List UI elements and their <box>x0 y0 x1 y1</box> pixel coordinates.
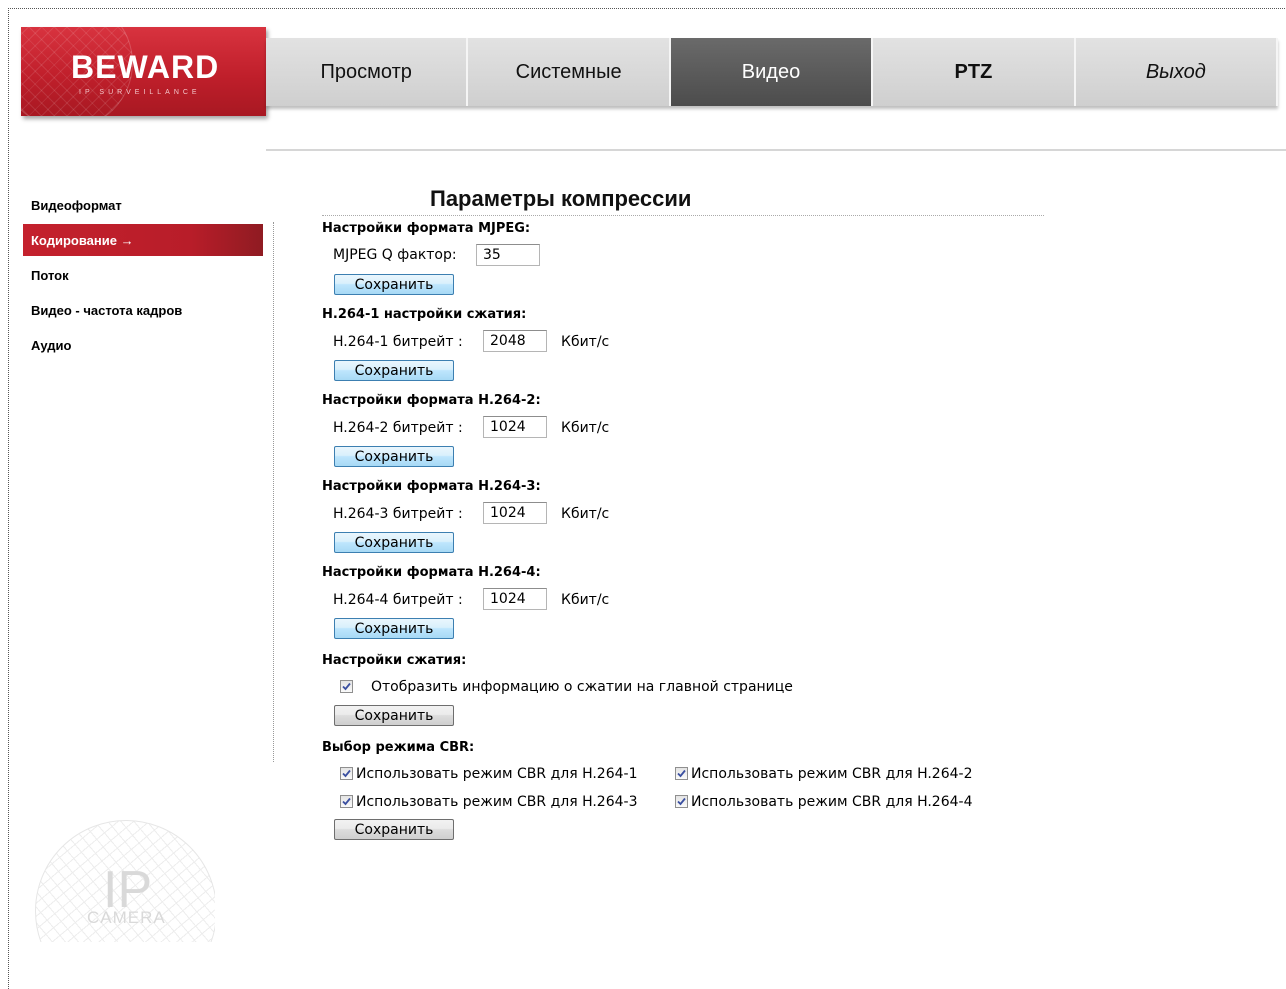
logo-tagline: IP SURVEILLANCE <box>79 89 201 96</box>
h264-3-bitrate-label: H.264-3 битрейт : <box>333 506 463 522</box>
h264-4-unit: Кбит/с <box>561 592 610 608</box>
checkmark-icon <box>342 797 351 806</box>
compression-heading: Настройки сжатия: <box>322 653 467 668</box>
cbr-h264-1-label: Использовать режим CBR для H.264-1 <box>356 766 638 782</box>
logo-brand: BEWARD <box>71 49 220 85</box>
cbr-h264-2-checkbox[interactable] <box>675 767 688 780</box>
sidebar-item-encoding[interactable]: Кодирование → <box>23 224 263 256</box>
beward-logo: BEWARD IP SURVEILLANCE <box>21 27 266 116</box>
h264-1-bitrate-input[interactable] <box>483 330 547 352</box>
h264-1-bitrate-label: H.264-1 битрейт : <box>333 334 463 350</box>
save-h264-4-button[interactable]: Сохранить <box>334 618 454 639</box>
checkmark-icon <box>342 769 351 778</box>
mjpeg-q-input[interactable] <box>476 244 540 266</box>
h264-2-heading: Настройки формата H.264-2: <box>322 393 541 408</box>
cbr-h264-4-checkbox[interactable] <box>675 795 688 808</box>
sidebar: Видеоформат Кодирование → Поток Видео - … <box>23 189 263 364</box>
h264-4-bitrate-label: H.264-4 битрейт : <box>333 592 463 608</box>
save-compression-button[interactable]: Сохранить <box>334 705 454 726</box>
h264-4-bitrate-input[interactable] <box>483 588 547 610</box>
nav-system[interactable]: Системные <box>468 38 671 106</box>
ip-camera-watermark: IP CAMERA <box>35 820 215 942</box>
header-divider <box>266 149 1286 151</box>
cbr-heading: Выбор режима CBR: <box>322 740 475 755</box>
show-compression-info-label: Отобразить информацию о сжатии на главно… <box>371 679 793 695</box>
save-h264-1-button[interactable]: Сохранить <box>334 360 454 381</box>
h264-2-unit: Кбит/с <box>561 420 610 436</box>
nav-video[interactable]: Видео <box>670 38 874 106</box>
nav-view[interactable]: Просмотр <box>266 38 469 106</box>
nav-ptz[interactable]: PTZ <box>873 38 1076 106</box>
checkmark-icon <box>342 682 351 691</box>
checkmark-icon <box>677 769 686 778</box>
sidebar-item-stream[interactable]: Поток <box>23 259 263 291</box>
h264-1-heading: H.264-1 настройки сжатия: <box>322 307 527 322</box>
save-cbr-button[interactable]: Сохранить <box>334 819 454 840</box>
h264-3-bitrate-input[interactable] <box>483 502 547 524</box>
top-nav: Просмотр Системные Видео PTZ Выход <box>266 38 1279 106</box>
h264-2-bitrate-input[interactable] <box>483 416 547 438</box>
cbr-h264-4-label: Использовать режим CBR для H.264-4 <box>691 794 973 810</box>
show-compression-info-checkbox[interactable] <box>340 680 353 693</box>
h264-3-unit: Кбит/с <box>561 506 610 522</box>
sidebar-item-framerate[interactable]: Видео - частота кадров <box>23 294 263 326</box>
h264-1-unit: Кбит/с <box>561 334 610 350</box>
mjpeg-heading: Настройки формата MJPEG: <box>322 221 531 236</box>
sidebar-divider <box>273 222 274 762</box>
mjpeg-q-label: MJPEG Q фактор: <box>333 247 457 263</box>
checkmark-icon <box>677 797 686 806</box>
cbr-h264-1-checkbox[interactable] <box>340 767 353 780</box>
cbr-h264-3-label: Использовать режим CBR для H.264-3 <box>356 794 638 810</box>
title-underline <box>322 215 1044 216</box>
cbr-h264-2-label: Использовать режим CBR для H.264-2 <box>691 766 973 782</box>
h264-4-heading: Настройки формата H.264-4: <box>322 565 541 580</box>
watermark-camera-text: CAMERA <box>87 908 166 927</box>
page-title: Параметры компрессии <box>430 186 692 211</box>
sidebar-item-videoformat[interactable]: Видеоформат <box>23 189 263 221</box>
nav-exit[interactable]: Выход <box>1075 38 1279 106</box>
save-mjpeg-button[interactable]: Сохранить <box>334 274 454 295</box>
h264-3-heading: Настройки формата H.264-3: <box>322 479 541 494</box>
save-h264-2-button[interactable]: Сохранить <box>334 446 454 467</box>
save-h264-3-button[interactable]: Сохранить <box>334 532 454 553</box>
sidebar-item-audio[interactable]: Аудио <box>23 329 263 361</box>
h264-2-bitrate-label: H.264-2 битрейт : <box>333 420 463 436</box>
cbr-h264-3-checkbox[interactable] <box>340 795 353 808</box>
